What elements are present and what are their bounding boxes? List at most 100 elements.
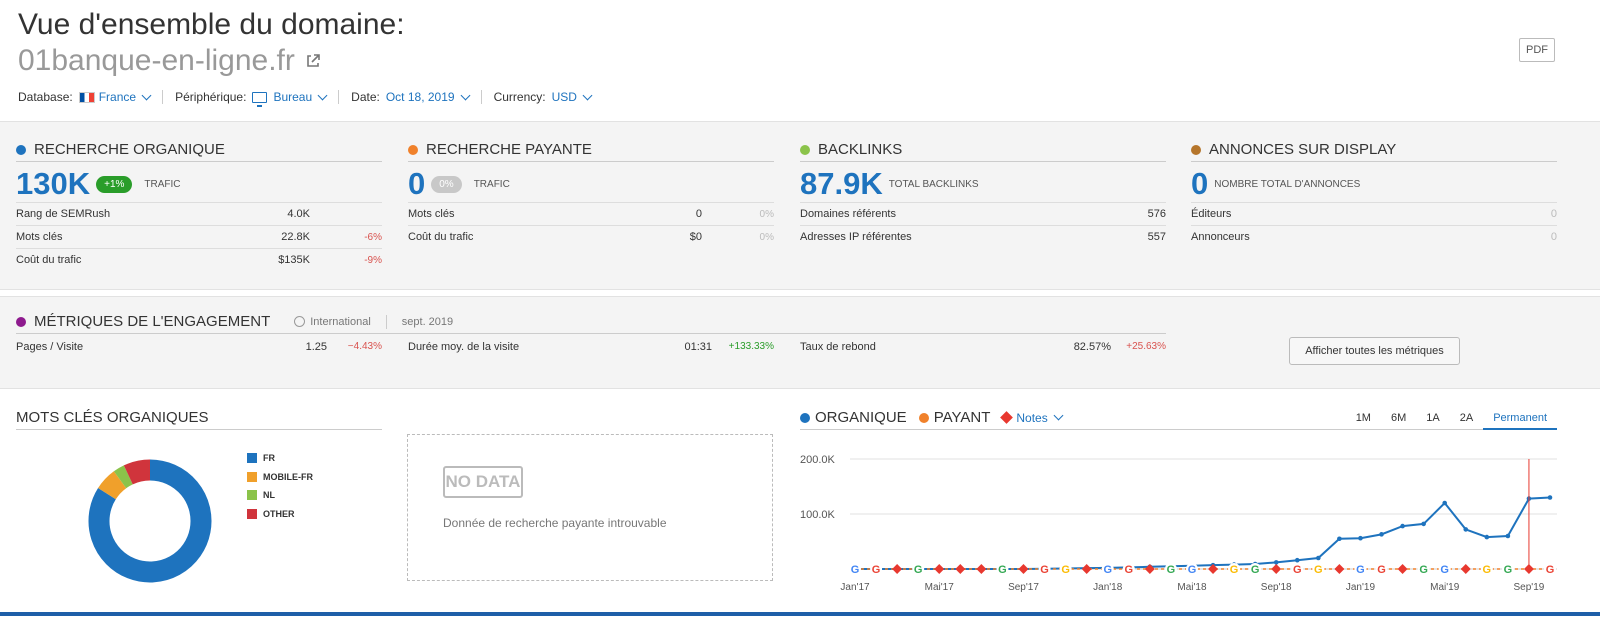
google-glyph: G [998,564,1007,576]
currency-value: USD [551,90,577,104]
display-ads-label: NOMBRE TOTAL D'ANNONCES [1214,178,1361,190]
legend-item-other[interactable]: OTHER [247,505,313,524]
traffic-trend-widget: ORGANIQUE PAYANT Notes 1M 6M 1A 2A Perma… [800,408,1557,430]
legend-swatch [247,490,257,501]
paid-search-header[interactable]: RECHERCHE PAYANTE [408,140,774,162]
filter-separator [162,90,164,104]
google-update-icon: G [1544,563,1556,576]
google-glyph: G [1356,564,1365,576]
range-tab-6m[interactable]: 6M [1381,412,1416,424]
legend-item-nl[interactable]: NL [247,486,313,505]
organic-search-title: RECHERCHE ORGANIQUE [34,141,225,158]
google-glyph: G [851,564,860,576]
legend-swatch [247,453,257,464]
trend-legend-paid[interactable]: PAYANT [918,409,990,426]
database-select[interactable]: France [78,90,152,104]
paid-keywords-no-data: NO DATA Donnée de recherche payante intr… [407,434,773,581]
google-update-icon: G [1059,563,1072,576]
note-marker [1144,564,1155,574]
google-update-icon: G [1228,563,1241,576]
organic-traffic-label: TRAFIC [144,178,181,190]
filter-separator [480,90,482,104]
x-tick-label: Sep'19 [1514,582,1545,593]
donut-slice-mobile-fr [98,471,127,500]
external-link-icon[interactable] [305,53,321,69]
paid-search-widget: RECHERCHE PAYANTE 0 0% TRAFIC Mots clés … [408,140,774,248]
range-tab-1m[interactable]: 1M [1346,412,1381,424]
show-all-metrics-button[interactable]: Afficher toutes les métriques [1289,337,1460,365]
google-update-icon: G [1185,563,1198,576]
display-row-publishers: Éditeurs 0 [1191,202,1557,225]
google-glyph: G [1293,564,1302,576]
legend-swatch [247,471,257,482]
date-select[interactable]: Oct 18, 2019 [385,90,471,104]
google-glyph: G [1167,564,1176,576]
organic-row-rank: Rang de SEMRush 4.0K [16,202,382,225]
paid-row-keywords: Mots clés 0 0% [408,202,774,225]
organic-point [1442,500,1447,506]
paid-traffic-value[interactable]: 0 [408,166,425,202]
google-glyph: G [1188,564,1197,576]
organic-point [1421,521,1426,527]
engagement-title: MÉTRIQUES DE L'ENGAGEMENT [34,313,271,330]
organic-point [1547,495,1553,500]
engagement-header: MÉTRIQUES DE L'ENGAGEMENT International … [16,312,1166,334]
google-glyph: G [1504,564,1513,576]
google-update-icon: G [1354,563,1367,576]
paid-dot-icon [918,412,929,423]
display-ads-value[interactable]: 0 [1191,166,1208,202]
google-update-icon: G [1501,563,1514,576]
legend-swatch [247,508,257,519]
organic-traffic-value[interactable]: 130K [16,166,90,202]
trend-legend-organic[interactable]: ORGANIQUE [800,409,907,426]
organic-keywords-widget: MOTS CLÉS ORGANIQUES [16,408,382,430]
range-tab-1a[interactable]: 1A [1416,412,1449,424]
display-ads-title: ANNONCES SUR DISPLAY [1209,141,1397,158]
x-tick-label: Sep'17 [1008,582,1039,593]
notes-diamond-icon [1000,411,1014,424]
engagement-widget: MÉTRIQUES DE L'ENGAGEMENT International … [16,312,1166,360]
donut-legend: FR MOBILE-FR NL OTHER [247,449,313,523]
x-tick-label: Sep'18 [1261,582,1292,593]
date-value: Oct 18, 2019 [385,90,455,104]
chevron-down-icon [317,90,328,100]
device-value: Bureau [273,90,313,104]
organic-keywords-title: MOTS CLÉS ORGANIQUES [16,409,209,426]
legend-item-fr[interactable]: FR [247,449,313,468]
organic-point [1358,535,1363,541]
organic-search-header[interactable]: RECHERCHE ORGANIQUE [16,140,382,162]
google-update-icon: G [996,563,1009,576]
backlinks-header[interactable]: BACKLINKS [800,140,1166,162]
device-select[interactable]: Bureau [252,90,328,107]
database-value: France [98,90,137,104]
display-ads-header[interactable]: ANNONCES SUR DISPLAY [1191,140,1557,162]
domain-name[interactable]: 01banque-en-ligne.fr [18,44,321,78]
google-glyph: G [1419,564,1428,576]
google-update-icon: G [1122,563,1135,576]
google-glyph: G [1251,564,1260,576]
organic-point [1294,557,1300,563]
display-dot-icon [1191,144,1201,155]
google-update-icon: G [1312,563,1325,576]
google-glyph: G [1546,564,1555,576]
organic-point [1484,534,1490,540]
google-update-icon: G [870,563,883,576]
organic-keywords-header[interactable]: MOTS CLÉS ORGANIQUES [16,408,382,430]
note-marker [892,564,903,574]
currency-select[interactable]: USD [551,90,593,104]
google-update-icon: G [1164,563,1177,576]
scope-separator [385,314,387,329]
google-update-icon: G [1480,563,1493,576]
google-update-icon: G [1375,563,1388,576]
range-tab-permanent[interactable]: Permanent [1483,412,1557,430]
domain-text[interactable]: 01banque-en-ligne.fr [18,44,295,78]
range-tab-2a[interactable]: 2A [1450,412,1483,424]
engagement-metrics-row: Pages / Visite 1.25 −4.43% Durée moy. de… [16,334,1166,360]
note-marker [1081,564,1092,574]
backlinks-value[interactable]: 87.9K [800,166,883,202]
legend-item-mobile-fr[interactable]: MOBILE-FR [247,468,313,487]
no-data-text: Donnée de recherche payante introuvable [443,516,667,530]
bottom-accent-bar [0,612,1600,616]
pdf-button[interactable]: PDF [1519,38,1555,62]
trend-notes-dropdown[interactable]: Notes [1000,411,1064,425]
